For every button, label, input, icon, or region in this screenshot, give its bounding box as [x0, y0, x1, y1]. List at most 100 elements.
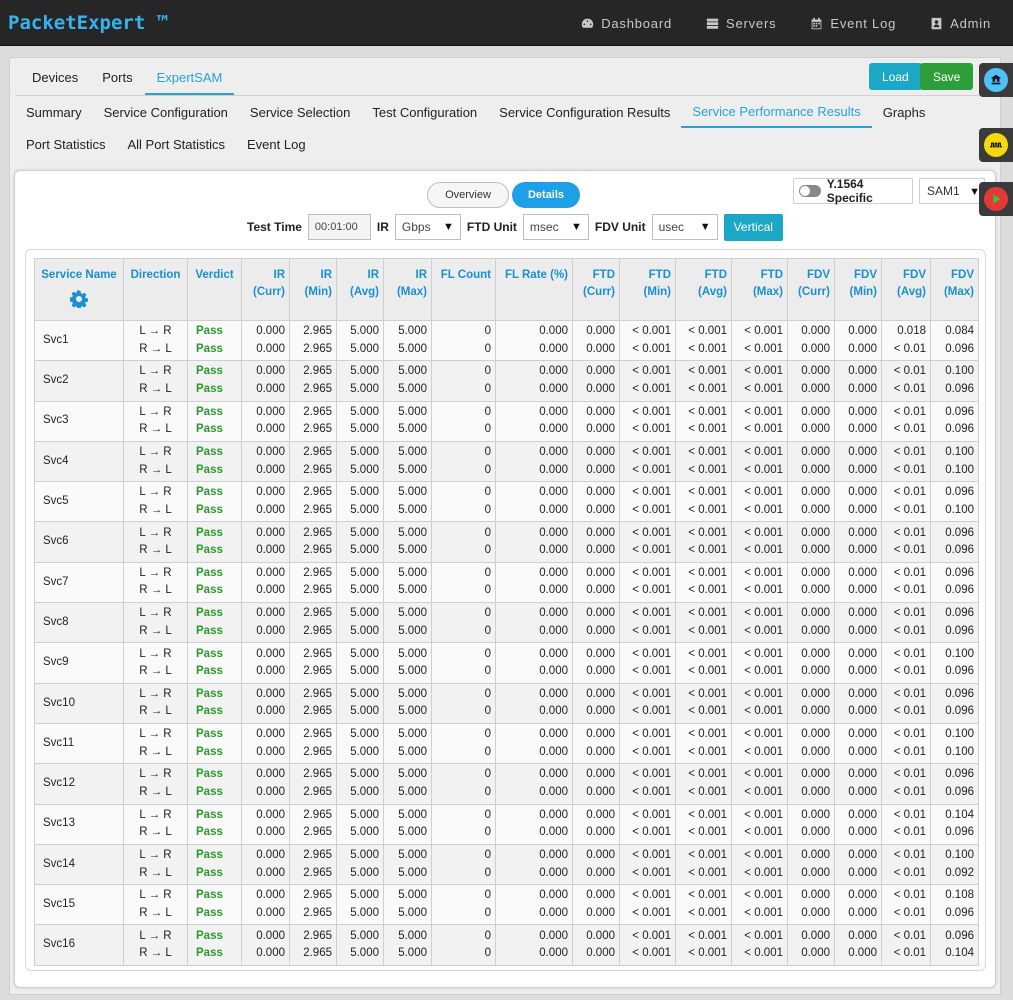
network-icon	[984, 68, 1008, 92]
cell-value: 0.100	[945, 849, 974, 861]
column-header-label: IR	[415, 269, 428, 281]
cell-value: 0.000	[586, 526, 615, 539]
cell-value: 5.000	[350, 849, 379, 861]
tab-service-configuration-results[interactable]: Service Configuration Results	[488, 97, 681, 127]
cell-value: 0.000	[256, 526, 285, 539]
cell-value: < 0.001	[688, 584, 727, 597]
cell-value: 0.000	[848, 544, 877, 557]
cell-value: < 0.01	[893, 566, 926, 579]
save-button[interactable]: Save	[920, 63, 974, 90]
column-header: IR (Curr)	[241, 258, 290, 321]
tab-event-log[interactable]: Event Log	[236, 129, 317, 159]
ftd-unit-select[interactable]: msec ▼	[522, 214, 589, 240]
nav-servers[interactable]: Servers	[706, 16, 776, 31]
overview-toggle-button[interactable]: Overview	[427, 182, 509, 208]
cell-value: 0.000	[256, 665, 285, 678]
cell-value: 0.000	[801, 503, 830, 516]
calendar-icon	[812, 17, 822, 29]
tab-service-selection[interactable]: Service Selection	[239, 97, 361, 127]
metric-cell: 00	[431, 763, 496, 805]
metric-cell: < 0.01 < 0.01	[881, 843, 931, 886]
side-network-button[interactable]	[979, 63, 1013, 97]
metric-cell: < 0.001 < 0.001	[619, 440, 676, 483]
metric-cell: 5.000 5.000	[336, 360, 384, 402]
toggle-switch-icon[interactable]	[799, 185, 821, 197]
cell-value: 0	[484, 929, 491, 942]
cell-value: L → R	[139, 566, 172, 579]
cell-value: < 0.001	[744, 866, 783, 879]
cell-value: < 0.001	[632, 745, 671, 758]
gear-icon[interactable]	[35, 284, 123, 314]
metric-cell: 5.000 5.000	[383, 722, 432, 765]
y1564-specific-toggle[interactable]: Y.1564 Specific	[793, 177, 913, 205]
cell-value: R → L	[139, 785, 172, 798]
tab-devices[interactable]: Devices	[20, 65, 90, 95]
tab-port-statistics[interactable]: Port Statistics	[15, 129, 116, 159]
table-row: Svc8 L → RR → L Pass Pass 0.000 0.000 2.965 2.9…	[34, 602, 979, 644]
cell-value: < 0.001	[744, 544, 783, 557]
test-time-field[interactable]: 00:01:00	[307, 214, 371, 240]
cell-value: 5.000	[398, 486, 427, 499]
ir-label: IR	[376, 220, 389, 234]
metric-cell: < 0.001 < 0.001	[731, 843, 788, 886]
column-header: Verdict	[187, 258, 242, 321]
app-brand[interactable]: PacketExpert ™	[8, 12, 168, 34]
side-waveform-button[interactable]	[979, 128, 1013, 162]
nav-admin[interactable]: Admin	[930, 16, 991, 31]
cell-value: 5.000	[398, 906, 427, 919]
service-name-cell: Svc5	[34, 481, 124, 523]
cell-value: 5.000	[398, 365, 427, 378]
metric-cell: < 0.01 < 0.01	[881, 602, 931, 644]
side-play-button[interactable]	[979, 182, 1013, 216]
cell-value: 0.018	[897, 325, 926, 338]
tab-service-performance-results[interactable]: Service Performance Results	[681, 96, 872, 128]
load-button[interactable]: Load	[869, 63, 922, 90]
column-header: FL Rate (%)	[495, 258, 573, 321]
tab-service-configuration[interactable]: Service Configuration	[93, 97, 239, 127]
cell-value: < 0.001	[688, 665, 727, 678]
cell-value: 0.000	[801, 947, 830, 960]
cell-value: 0.000	[256, 849, 285, 861]
tab-graphs[interactable]: Graphs	[872, 97, 937, 127]
fdv-unit-select[interactable]: usec ▼	[651, 214, 718, 240]
cell-value: R → L	[139, 745, 172, 758]
tab-test-configuration[interactable]: Test Configuration	[361, 97, 488, 127]
column-header-label: (Avg)	[698, 286, 727, 298]
cell-value: 5.000	[350, 566, 379, 579]
metric-cell: 0.100 0.096	[930, 642, 979, 684]
cell-value: 0.096	[945, 929, 974, 942]
cell-value: < 0.001	[744, 947, 783, 960]
nav-dashboard[interactable]: Dashboard	[581, 16, 672, 31]
tab-ports[interactable]: Ports	[90, 65, 144, 95]
nav-event-log[interactable]: Event Log	[810, 16, 896, 31]
cell-value: 0.000	[539, 503, 568, 516]
cell-value: 0	[484, 405, 491, 418]
cell-value: 2.965	[303, 325, 332, 338]
cell-value: 5.000	[398, 584, 427, 597]
metric-cell: 2.965 2.965	[289, 763, 337, 805]
tab-all-port-statistics[interactable]: All Port Statistics	[116, 129, 236, 159]
cell-value: 0.000	[586, 382, 615, 395]
cell-value: 0.000	[586, 866, 615, 879]
cell-value: 0.000	[801, 325, 830, 338]
details-toggle-button[interactable]: Details	[512, 182, 580, 208]
cell-value: 0	[484, 325, 491, 338]
cell-value: 0	[484, 906, 491, 919]
cell-value: < 0.01	[893, 705, 926, 718]
cell-value: R → L	[139, 947, 172, 960]
vertical-button[interactable]: Vertical	[723, 213, 783, 241]
cell-value: 0	[484, 808, 491, 821]
user-icon	[931, 17, 942, 29]
sam-select[interactable]: SAM1 ▼	[919, 178, 985, 204]
ir-unit-select[interactable]: Gbps ▼	[394, 214, 461, 240]
cell-value: 5.000	[398, 665, 427, 678]
cell-value: 5.000	[398, 526, 427, 539]
cell-value: 5.000	[398, 785, 427, 798]
cell-value: < 0.001	[688, 808, 727, 821]
cell-value: 0.000	[256, 929, 285, 942]
tab-expertsam[interactable]: ExpertSAM	[144, 65, 235, 95]
tab-summary[interactable]: Summary	[15, 97, 93, 127]
column-header: FL Count	[431, 258, 496, 321]
metric-cell: 0.000 0.000	[834, 642, 882, 684]
cell-value: < 0.01	[893, 768, 926, 781]
